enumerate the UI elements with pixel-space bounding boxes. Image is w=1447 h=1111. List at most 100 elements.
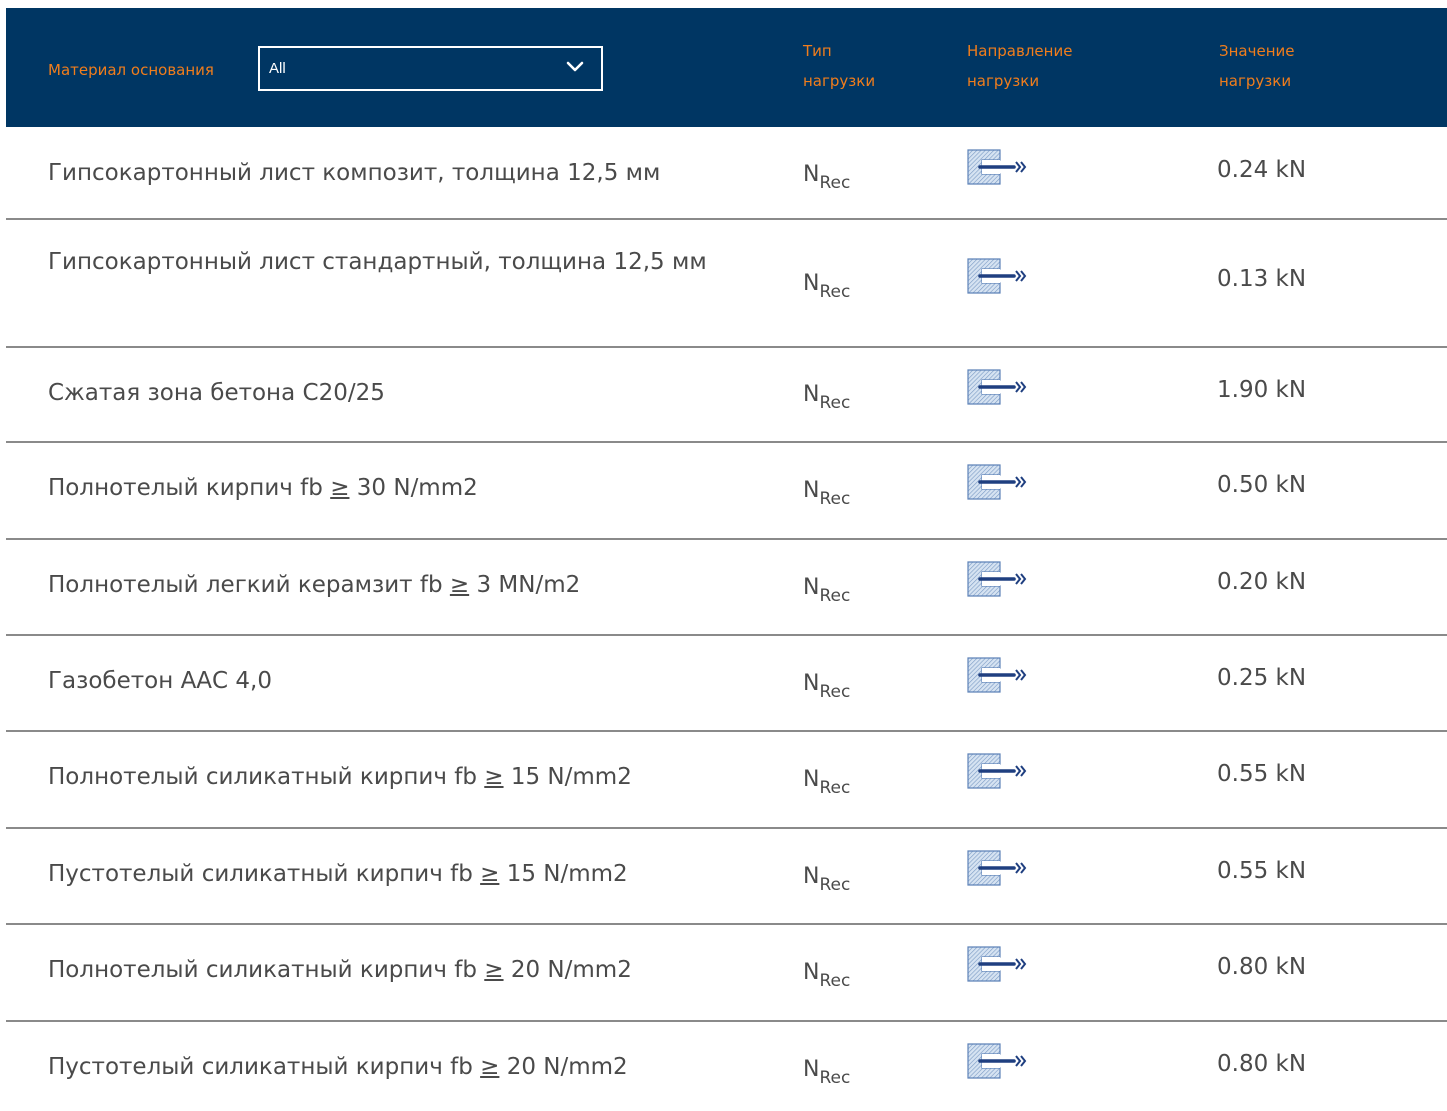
table-row: Газобетон ААС 4,0 NRec 0.25 kN bbox=[6, 636, 1447, 732]
load-type-cell: NRec bbox=[803, 575, 850, 606]
load-type-cell: NRec bbox=[803, 382, 850, 413]
load-type-cell: NRec bbox=[803, 864, 850, 895]
load-type-symbol: N bbox=[803, 575, 820, 600]
material-cell: Пустотелый силикатный кирпич fb ≥ 20 N/m… bbox=[48, 1050, 758, 1084]
table-row: Гипсокартонный лист стандартный, толщина… bbox=[6, 220, 1447, 348]
load-type-cell: NRec bbox=[803, 271, 850, 302]
load-value-cell: 0.55 kN bbox=[1217, 761, 1307, 787]
filter-selected-value: All bbox=[269, 60, 286, 77]
column-header-line: Направление bbox=[967, 42, 1073, 60]
load-type-subscript: Rec bbox=[819, 971, 851, 991]
tension-load-direction-icon bbox=[967, 946, 1027, 982]
load-type-symbol: N bbox=[803, 960, 820, 985]
load-type-subscript: Rec bbox=[819, 173, 851, 193]
load-type-symbol: N bbox=[803, 271, 820, 296]
table-row: Полнотелый легкий керамзит fb ≥ 3 MN/m2 … bbox=[6, 540, 1447, 636]
column-header-load-type[interactable]: Тип нагрузки bbox=[803, 36, 963, 96]
tension-load-direction-icon bbox=[967, 258, 1027, 294]
table-row: Пустотелый силикатный кирпич fb ≥ 20 N/m… bbox=[6, 1022, 1447, 1111]
column-header-line: нагрузки bbox=[1219, 72, 1292, 90]
material-text: Полнотелый силикатный кирпич fb bbox=[48, 957, 485, 983]
load-type-subscript: Rec bbox=[819, 489, 851, 509]
tension-load-direction-icon bbox=[967, 464, 1027, 500]
table-header: Материал основания All Тип нагрузки Напр… bbox=[6, 8, 1447, 127]
material-cell: Гипсокартонный лист стандартный, толщина… bbox=[48, 249, 707, 275]
load-type-subscript: Rec bbox=[819, 282, 851, 302]
column-header-line: нагрузки bbox=[803, 72, 876, 90]
load-type-cell: NRec bbox=[803, 478, 850, 509]
material-symbol: ≥ bbox=[484, 764, 504, 790]
load-type-symbol: N bbox=[803, 382, 820, 407]
material-text: Полнотелый кирпич fb bbox=[48, 475, 331, 501]
material-text: 15 N/mm2 bbox=[499, 861, 628, 887]
material-text: 30 N/mm2 bbox=[349, 475, 478, 501]
load-type-symbol: N bbox=[803, 767, 820, 792]
load-type-cell: NRec bbox=[803, 767, 850, 798]
material-text: Пустотелый силикатный кирпич fb bbox=[48, 861, 481, 887]
load-value-cell: 0.80 kN bbox=[1217, 1051, 1307, 1077]
column-header-line: Значение bbox=[1219, 42, 1295, 60]
material-cell: Пустотелый силикатный кирпич fb ≥ 15 N/m… bbox=[48, 857, 758, 891]
load-value-cell: 0.55 kN bbox=[1217, 858, 1307, 884]
material-symbol: ≥ bbox=[480, 861, 500, 887]
load-value-cell: 0.24 kN bbox=[1217, 157, 1307, 183]
tension-load-direction-icon bbox=[967, 561, 1027, 597]
load-type-subscript: Rec bbox=[819, 875, 851, 895]
material-symbol: ≥ bbox=[480, 1054, 500, 1080]
material-cell: Полнотелый силикатный кирпич fb ≥ 20 N/m… bbox=[48, 953, 758, 987]
load-type-symbol: N bbox=[803, 1057, 820, 1082]
material-cell: Полнотелый силикатный кирпич fb ≥ 15 N/m… bbox=[48, 760, 758, 794]
table-row: Полнотелый кирпич fb ≥ 30 N/mm2 NRec 0.5… bbox=[6, 443, 1447, 540]
tension-load-direction-icon bbox=[967, 657, 1027, 693]
load-value-cell: 0.50 kN bbox=[1217, 472, 1307, 498]
tension-load-direction-icon bbox=[967, 850, 1027, 886]
material-text: Полнотелый силикатный кирпич fb bbox=[48, 764, 485, 790]
table-row: Пустотелый силикатный кирпич fb ≥ 15 N/m… bbox=[6, 829, 1447, 925]
material-symbol: ≥ bbox=[449, 572, 470, 598]
load-value-cell: 0.25 kN bbox=[1217, 665, 1307, 691]
load-type-subscript: Rec bbox=[819, 1068, 851, 1088]
table-row: Полнотелый силикатный кирпич fb ≥ 20 N/m… bbox=[6, 925, 1447, 1022]
tension-load-direction-icon bbox=[967, 753, 1027, 789]
base-material-filter-select[interactable]: All bbox=[258, 46, 603, 91]
load-value-cell: 0.80 kN bbox=[1217, 954, 1307, 980]
load-type-symbol: N bbox=[803, 864, 820, 889]
load-type-symbol: N bbox=[803, 478, 820, 503]
table-row: Сжатая зона бетона С20/25 NRec 1.90 kN bbox=[6, 348, 1447, 443]
material-text: 20 N/mm2 bbox=[503, 957, 632, 983]
column-header-line: нагрузки bbox=[967, 72, 1040, 90]
material-text: 15 N/mm2 bbox=[503, 764, 632, 790]
material-text: Полнотелый легкий керамзит fb bbox=[48, 572, 450, 598]
material-cell: Гипсокартонный лист композит, толщина 12… bbox=[48, 160, 661, 186]
table-row: Гипсокартонный лист композит, толщина 12… bbox=[6, 127, 1447, 220]
tension-load-direction-icon bbox=[967, 1043, 1027, 1079]
material-text: 20 N/mm2 bbox=[499, 1054, 628, 1080]
column-header-line: Тип bbox=[803, 42, 832, 60]
load-type-cell: NRec bbox=[803, 162, 850, 193]
load-type-symbol: N bbox=[803, 671, 820, 696]
material-text: Пустотелый силикатный кирпич fb bbox=[48, 1054, 481, 1080]
material-cell: Полнотелый кирпич fb ≥ 30 N/mm2 bbox=[48, 471, 758, 505]
load-type-subscript: Rec bbox=[819, 778, 851, 798]
load-type-symbol: N bbox=[803, 162, 820, 187]
material-cell: Газобетон ААС 4,0 bbox=[48, 668, 272, 694]
load-type-subscript: Rec bbox=[819, 586, 851, 606]
material-cell: Полнотелый легкий керамзит fb ≥ 3 MN/m2 bbox=[48, 568, 758, 602]
load-value-cell: 1.90 kN bbox=[1217, 377, 1307, 403]
tension-load-direction-icon bbox=[967, 369, 1027, 405]
material-symbol: ≥ bbox=[484, 957, 504, 983]
load-type-cell: NRec bbox=[803, 1057, 850, 1088]
column-header-load-value[interactable]: Значение нагрузки bbox=[1219, 36, 1379, 96]
load-value-cell: 0.13 kN bbox=[1217, 266, 1307, 292]
load-type-cell: NRec bbox=[803, 671, 850, 702]
load-type-subscript: Rec bbox=[819, 393, 851, 413]
chevron-down-icon bbox=[566, 61, 584, 72]
base-material-label: Материал основания bbox=[48, 61, 214, 79]
tension-load-direction-icon bbox=[967, 149, 1027, 185]
table-row: Полнотелый силикатный кирпич fb ≥ 15 N/m… bbox=[6, 732, 1447, 829]
load-type-subscript: Rec bbox=[819, 682, 851, 702]
column-header-load-direction[interactable]: Направление нагрузки bbox=[967, 36, 1127, 96]
material-text: 3 MN/m2 bbox=[469, 572, 581, 598]
material-cell: Сжатая зона бетона С20/25 bbox=[48, 380, 385, 406]
material-symbol: ≥ bbox=[330, 475, 350, 501]
